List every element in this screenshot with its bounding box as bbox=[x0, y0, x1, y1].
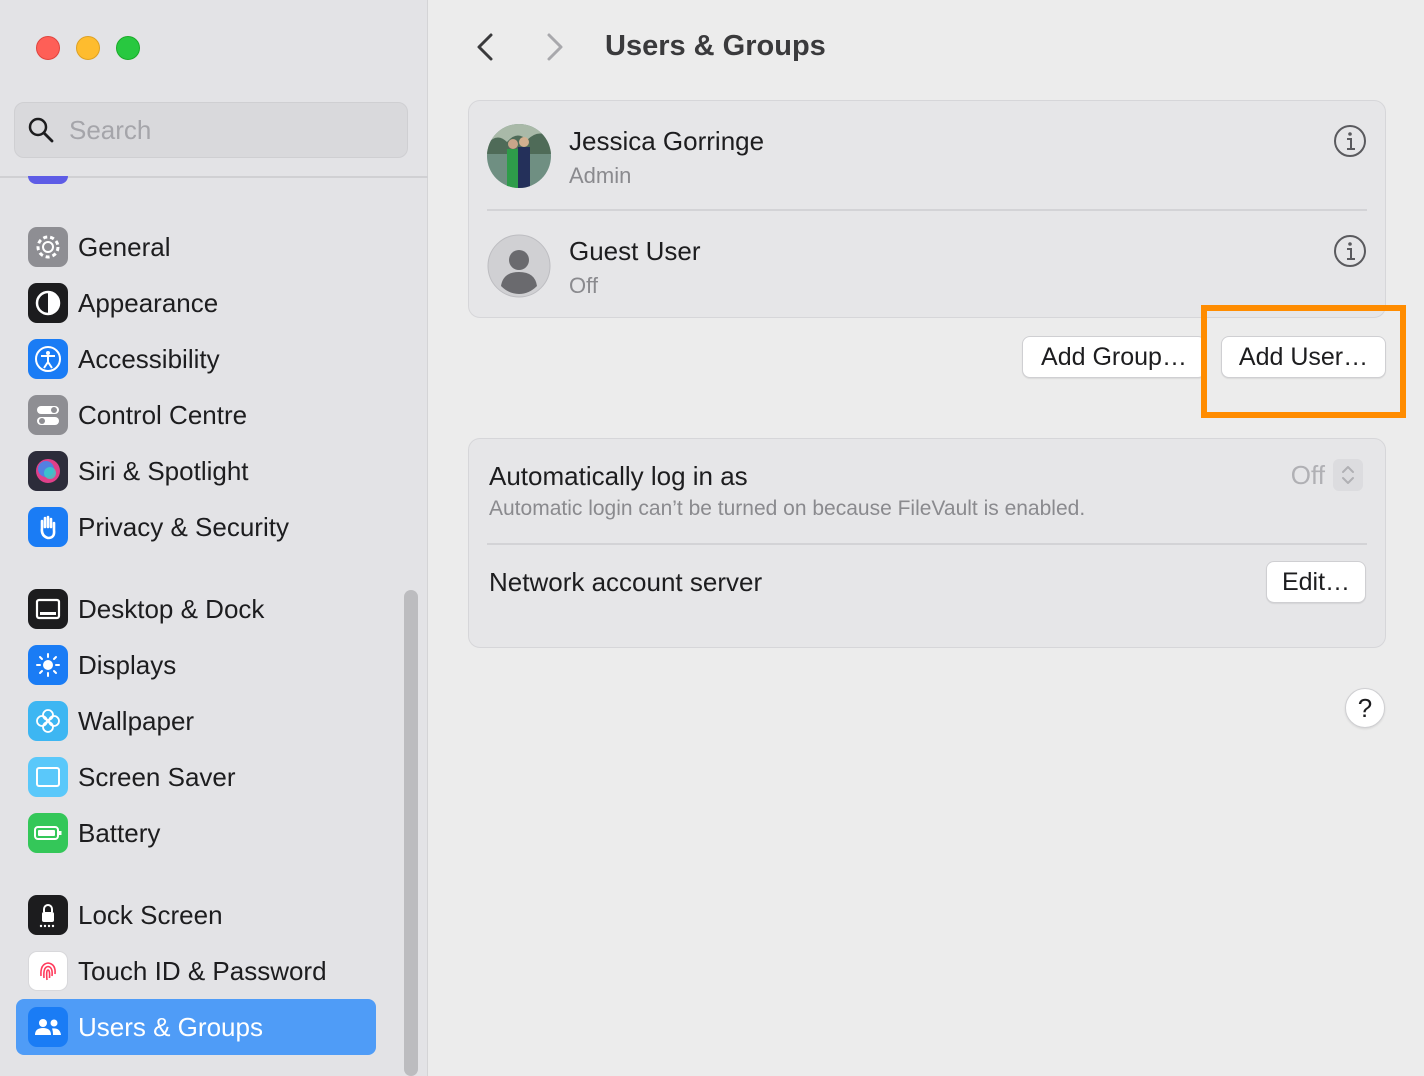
back-button[interactable] bbox=[469, 30, 501, 64]
sidebar-item-battery[interactable]: Battery bbox=[16, 805, 376, 861]
search-field[interactable] bbox=[14, 102, 408, 158]
auto-login-select[interactable]: Off bbox=[1291, 459, 1363, 491]
sidebar-item-label: Privacy & Security bbox=[78, 511, 289, 542]
auto-login-note: Automatic login can’t be turned on becau… bbox=[489, 497, 1086, 520]
screen-saver-icon bbox=[28, 757, 68, 797]
auto-login-label: Automatically log in as bbox=[489, 461, 748, 491]
avatar bbox=[487, 234, 551, 298]
sidebar-item-lock-screen[interactable]: Lock Screen bbox=[16, 887, 376, 943]
sun-icon bbox=[28, 645, 68, 685]
sidebar-item-siri-spotlight[interactable]: Siri & Spotlight bbox=[16, 443, 376, 499]
sidebar-item-label: Displays bbox=[78, 649, 177, 680]
hidden-item-icon bbox=[28, 176, 68, 184]
main-content: Users & Groups Jessica Gorringe Admin Gu… bbox=[429, 0, 1424, 1076]
window-controls bbox=[36, 36, 140, 60]
sidebar-item-control-centre[interactable]: Control Centre bbox=[16, 387, 376, 443]
siri-icon bbox=[28, 451, 68, 491]
sidebar-scrollbar[interactable] bbox=[404, 590, 418, 1076]
battery-icon bbox=[28, 813, 68, 853]
gear-icon bbox=[28, 227, 68, 267]
edit-button[interactable]: Edit… bbox=[1266, 561, 1366, 603]
sidebar-item-appearance[interactable]: Appearance bbox=[16, 275, 376, 331]
search-icon bbox=[28, 117, 54, 143]
add-group-button[interactable]: Add Group… bbox=[1022, 336, 1206, 378]
user-role: Off bbox=[569, 273, 598, 298]
sidebar-item-general[interactable]: General bbox=[16, 219, 376, 275]
sidebar-item-label: Users & Groups bbox=[78, 1011, 263, 1042]
users-list: Jessica Gorringe Admin Guest User Off bbox=[468, 100, 1386, 318]
sidebar-item-label: Touch ID & Password bbox=[78, 955, 327, 986]
sidebar-item-label: Lock Screen bbox=[78, 899, 223, 930]
close-button[interactable] bbox=[36, 36, 60, 60]
chevron-right-icon bbox=[547, 33, 563, 61]
dock-icon bbox=[28, 589, 68, 629]
page-title: Users & Groups bbox=[605, 30, 826, 62]
minimize-button[interactable] bbox=[76, 36, 100, 60]
info-icon[interactable] bbox=[1333, 234, 1367, 268]
sidebar-item-screen-saver[interactable]: Screen Saver bbox=[16, 749, 376, 805]
forward-button[interactable] bbox=[539, 30, 571, 64]
sidebar-item-label: Appearance bbox=[78, 287, 219, 318]
network-account-label: Network account server bbox=[489, 567, 763, 597]
row-divider bbox=[487, 543, 1367, 545]
highlight-box bbox=[1201, 305, 1406, 418]
accessibility-icon bbox=[28, 339, 68, 379]
user-name: Guest User bbox=[569, 236, 701, 266]
search-input[interactable] bbox=[69, 114, 369, 146]
users-icon bbox=[28, 1007, 68, 1047]
hand-icon bbox=[28, 507, 68, 547]
user-role: Admin bbox=[569, 163, 632, 188]
user-row[interactable]: Jessica Gorringe Admin bbox=[487, 101, 1367, 209]
sidebar-item-wallpaper[interactable]: Wallpaper bbox=[16, 693, 376, 749]
sidebar-item-label: Control Centre bbox=[78, 399, 248, 430]
login-settings: Automatically log in as Automatic login … bbox=[468, 438, 1386, 648]
user-name: Jessica Gorringe bbox=[569, 126, 765, 156]
chevron-left-icon bbox=[477, 33, 493, 61]
fingerprint-icon bbox=[28, 951, 68, 991]
help-button[interactable]: ? bbox=[1345, 688, 1385, 728]
control-centre-icon bbox=[28, 395, 68, 435]
sidebar-item-users-groups[interactable]: Users & Groups bbox=[16, 999, 376, 1055]
sidebar-item-desktop-dock[interactable]: Desktop & Dock bbox=[16, 581, 376, 637]
sidebar-item-label: General bbox=[78, 231, 171, 262]
sidebar-item-displays[interactable]: Displays bbox=[16, 637, 376, 693]
avatar bbox=[487, 124, 551, 188]
sidebar-item-label: Accessibility bbox=[78, 343, 220, 374]
sidebar-item-label: Siri & Spotlight bbox=[78, 455, 249, 486]
sidebar-item-privacy-security[interactable]: Privacy & Security bbox=[16, 499, 376, 555]
sidebar-item-touch-id-password[interactable]: Touch ID & Password bbox=[16, 943, 376, 999]
auto-login-value: Off bbox=[1290, 459, 1325, 490]
zoom-button[interactable] bbox=[116, 36, 140, 60]
sidebar: General Appearance Accessibility Control… bbox=[0, 0, 428, 1076]
flower-icon bbox=[28, 701, 68, 741]
info-icon[interactable] bbox=[1333, 124, 1367, 158]
user-row[interactable]: Guest User Off bbox=[487, 211, 1367, 319]
sidebar-item-label: Desktop & Dock bbox=[78, 593, 265, 624]
lock-icon bbox=[28, 895, 68, 935]
sidebar-item-label: Wallpaper bbox=[78, 705, 195, 736]
appearance-icon bbox=[28, 283, 68, 323]
sidebar-item-accessibility[interactable]: Accessibility bbox=[16, 331, 376, 387]
sidebar-item-label: Screen Saver bbox=[78, 761, 236, 792]
updown-chevron-icon bbox=[1333, 459, 1363, 491]
sidebar-item-label: Battery bbox=[78, 817, 161, 848]
